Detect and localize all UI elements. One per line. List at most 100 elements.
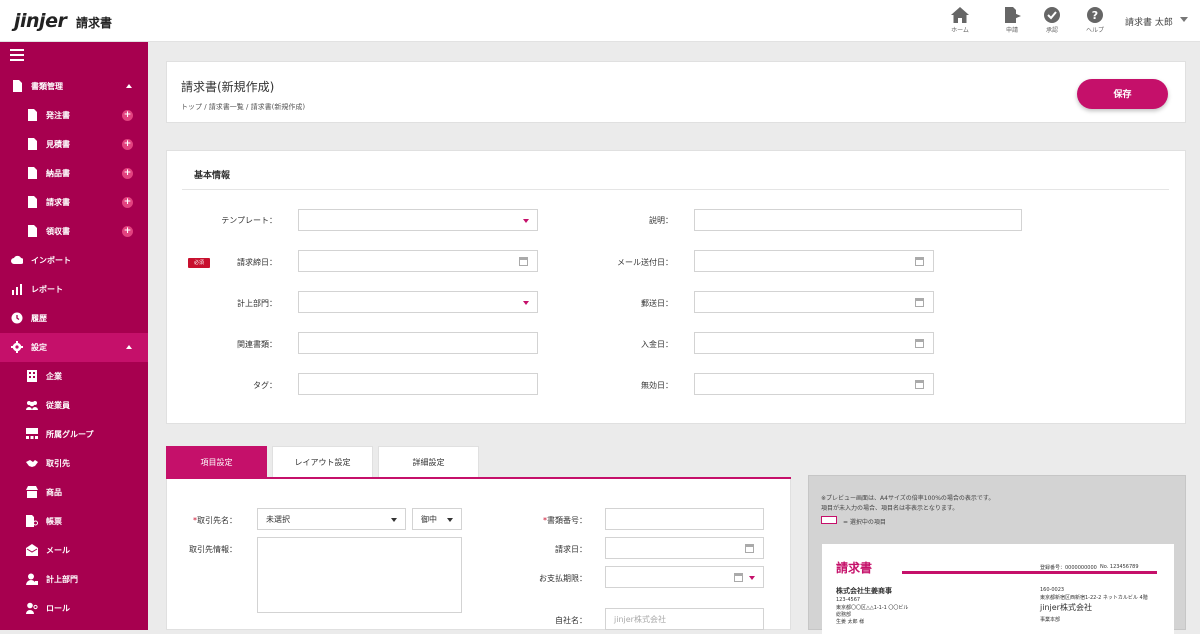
user-menu[interactable]: 請求書 太郎 [1125,15,1173,28]
description-label: 説明： [649,216,673,225]
history-icon [11,312,23,324]
doc-number-input[interactable] [605,508,764,530]
honorific-select[interactable]: 御中 [412,508,462,530]
tag-label: タグ： [253,381,277,390]
sidebar-item-label: 商品 [46,488,62,497]
sidebar-item-mail[interactable]: メール [0,536,148,565]
client-name-label: *取引先名： [181,515,237,526]
plus-icon[interactable]: + [122,110,133,121]
calendar-icon[interactable] [745,544,754,553]
mail-date-input[interactable] [694,250,934,272]
sidebar-item-forms[interactable]: 帳票 [0,507,148,536]
sidebar-item-products[interactable]: 商品 [0,478,148,507]
chevron-down-icon [523,219,529,223]
sidebar-item-label: 帳票 [46,517,62,526]
bar-chart-icon [12,284,22,295]
template-select[interactable] [298,209,538,231]
hamburger-icon[interactable] [10,49,24,61]
sidebar-item-groups[interactable]: 所属グループ [0,420,148,449]
approval-icon [1044,7,1060,23]
section-title: 基本情報 [194,171,231,181]
nav-request[interactable]: 申請 [992,6,1032,34]
tag-input[interactable] [298,373,538,395]
preview-own-dept: 事業本部 [1040,617,1061,623]
gear-icon [11,341,23,353]
plus-icon[interactable]: + [122,226,133,237]
sidebar-item-receipt[interactable]: 領収書 + [0,217,148,246]
sidebar-item-report[interactable]: レポート [0,275,148,304]
calendar-icon[interactable] [915,380,924,389]
sidebar-item-employees[interactable]: 従業員 [0,391,148,420]
sidebar-item-invoice[interactable]: 請求書 + [0,188,148,217]
user-chart-icon [26,573,38,585]
post-date-input[interactable] [694,291,934,313]
sidebar-item-estimate[interactable]: 見積書 + [0,130,148,159]
user-key-icon [26,602,38,614]
divider [182,189,1169,190]
sidebar-item-label: 請求書 [46,198,70,207]
sidebar-item-purchase-order[interactable]: 発注書 + [0,101,148,130]
template-label: テンプレート： [221,216,277,225]
product-name: 請求書 [76,16,113,30]
chevron-down-icon[interactable] [749,576,755,580]
sidebar-item-import[interactable]: インポート [0,246,148,275]
company-name-input[interactable]: jinjer株式会社 [605,608,764,630]
client-name-select[interactable]: 未選択 [257,508,406,530]
client-info-label: 取引先情報： [189,545,237,554]
building-icon [27,370,37,382]
handshake-icon [26,460,38,467]
sidebar-item-label: 履歴 [31,314,47,323]
payment-date-input[interactable] [694,332,934,354]
calendar-icon[interactable] [915,339,924,348]
nav-help[interactable]: ? ヘルプ [1075,6,1115,34]
plus-icon[interactable]: + [122,197,133,208]
preview-own-postal: 160-0023 [1040,587,1065,593]
due-date-input[interactable] [605,566,764,588]
document-icon [28,225,37,237]
sidebar-item-label: インポート [31,256,71,265]
tab-layout-settings[interactable]: レイアウト設定 [272,446,373,478]
nav-home[interactable]: ホーム [940,6,980,34]
basic-info-card: 基本情報 必須 テンプレート： 請求締日： 計上部門： 関連書類： タグ： 説明… [166,150,1186,424]
invalid-date-input[interactable] [694,373,934,395]
description-input[interactable] [694,209,1022,231]
doc-number-label: *書類番号： [517,515,587,526]
invalid-date-label: 無効日： [641,381,673,390]
nav-approval[interactable]: 承認 [1032,6,1072,34]
calendar-icon[interactable] [915,298,924,307]
nav-approval-label: 承認 [1045,27,1058,34]
department-select[interactable] [298,291,538,313]
chevron-down-icon[interactable] [1180,17,1188,22]
calendar-icon[interactable] [519,257,528,266]
invoice-date-input[interactable] [605,537,764,559]
sidebar-item-label: 発注書 [46,111,70,120]
tab-detail-settings[interactable]: 詳細設定 [378,446,479,478]
client-info-textarea[interactable] [257,537,462,613]
chevron-down-icon [447,518,453,522]
sidebar-item-delivery[interactable]: 納品書 + [0,159,148,188]
breadcrumb[interactable]: トップ / 請求書一覧 / 請求書(新規作成) [181,102,305,112]
sidebar-item-settings[interactable]: 設定 [0,333,148,362]
sidebar-item-clients[interactable]: 取引先 [0,449,148,478]
sidebar-item-label: レポート [31,285,63,294]
sidebar-item-departments[interactable]: 計上部門 [0,565,148,594]
plus-icon[interactable]: + [122,139,133,150]
sidebar-item-label: 所属グループ [46,430,94,439]
sidebar-item-documents[interactable]: 書類管理 [0,72,148,101]
calendar-icon[interactable] [734,573,743,582]
calendar-icon[interactable] [915,257,924,266]
closing-date-input[interactable] [298,250,538,272]
related-docs-input[interactable] [298,332,538,354]
sidebar-item-label: 従業員 [46,401,70,410]
invoice-date-label: 請求日： [555,545,587,554]
sidebar-item-label: 設定 [31,343,47,352]
tab-item-settings[interactable]: 項目設定 [166,446,267,478]
save-button[interactable]: 保存 [1077,79,1168,109]
logo[interactable]: jinjer [14,10,67,32]
sidebar-item-label: 納品書 [46,169,70,178]
company-name-label: 自社名： [555,616,587,625]
sidebar-item-roles[interactable]: ロール [0,594,148,623]
plus-icon[interactable]: + [122,168,133,179]
sidebar-item-company[interactable]: 企業 [0,362,148,391]
sidebar-item-history[interactable]: 履歴 [0,304,148,333]
